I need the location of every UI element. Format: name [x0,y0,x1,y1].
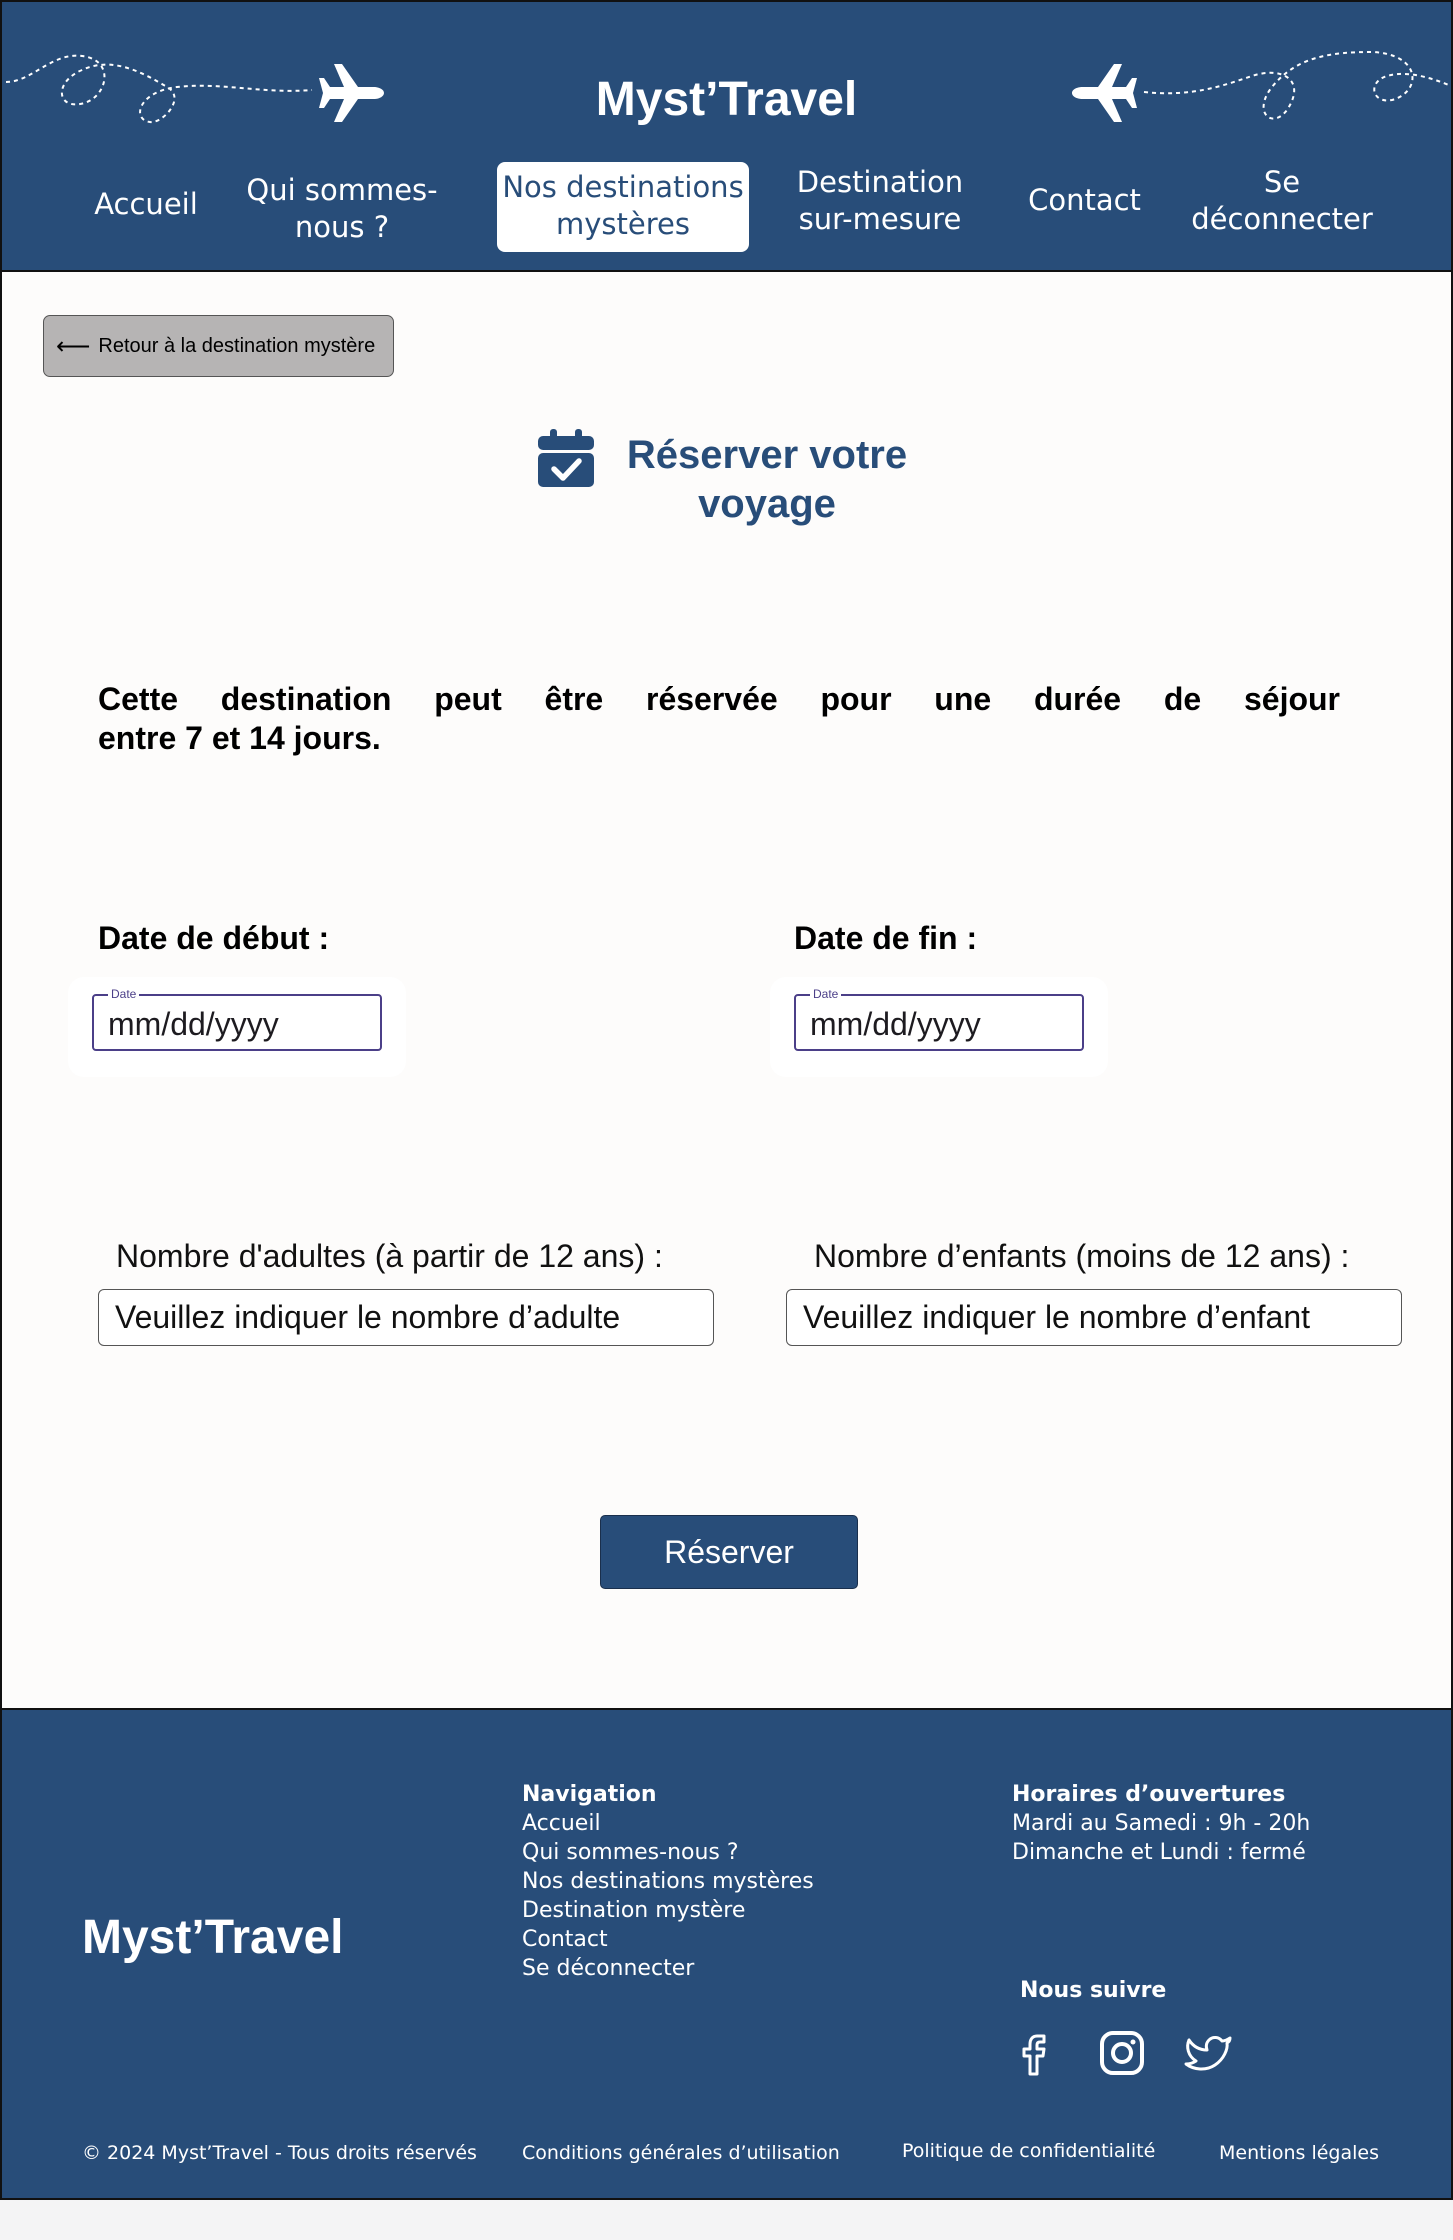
footer-terms-link[interactable]: Conditions générales d’utilisation [522,2142,840,2164]
footer-link-nos-destinations-mysteres[interactable]: Nos destinations mystères [522,1867,814,1896]
reserve-button[interactable]: Réserver [600,1515,858,1589]
footer-link-destination-mystere[interactable]: Destination mystère [522,1896,814,1925]
back-to-destination-button[interactable]: ⟵ Retour à la destination mystère [43,315,394,377]
nav-item-nos-destinations-mysteres[interactable]: Nos destinations mystères [497,162,749,252]
social-links [1012,2028,1262,2078]
airplane-icon [1072,64,1137,122]
instagram-icon[interactable] [1097,2028,1147,2078]
footer-privacy-link[interactable]: Politique de confidentialité [902,2140,1155,2162]
site-footer: Myst’Travel Navigation Accueil Qui somme… [2,1708,1451,2198]
footer-hours-line: Mardi au Samedi : 9h - 20h [1012,1811,1311,1836]
arrow-left-icon: ⟵ [56,332,91,360]
nav-item-accueil[interactable]: Accueil [86,186,206,223]
footer-hours-heading: Horaires d’ouvertures [1012,1782,1286,1807]
footer-logo: Myst’Travel [82,1911,344,1964]
children-placeholder: Veuillez indiquer le nombre d’enfant [803,1299,1310,1335]
page: Myst’Travel Accueil Qui sommes-nous ? No… [0,0,1453,2200]
footer-copyright: © 2024 Myst’Travel - Tous droits réservé… [82,2142,477,2164]
start-date-card: Date mm/dd/yyyy [68,977,406,1077]
footer-link-se-deconnecter[interactable]: Se déconnecter [522,1954,814,1983]
page-title-block: Réserver votre voyage [532,427,932,527]
footer-navigation-heading: Navigation [522,1782,657,1807]
page-title: Réserver votre voyage [626,433,908,526]
footer-link-qui-sommes-nous[interactable]: Qui sommes-nous ? [522,1838,814,1867]
nav-item-contact[interactable]: Contact [1017,182,1152,219]
site-header: Myst’Travel Accueil Qui sommes-nous ? No… [2,2,1451,272]
nav-item-qui-sommes-nous[interactable]: Qui sommes-nous ? [242,172,442,246]
start-date-field[interactable]: Date mm/dd/yyyy [92,987,382,1051]
footer-legal-link[interactable]: Mentions légales [1219,2142,1379,2164]
main-nav: Accueil Qui sommes-nous ? Nos destinatio… [2,162,1451,256]
follow-heading: Nous suivre [1020,1978,1167,2003]
duration-info: Cette destination peut être réservée pou… [98,680,1340,758]
adults-input[interactable]: Veuillez indiquer le nombre d’adulte [98,1289,714,1346]
calendar-check-icon [538,429,594,487]
footer-navigation: Navigation Accueil Qui sommes-nous ? Nos… [522,1780,814,1983]
children-label: Nombre d’enfants (moins de 12 ans) : [814,1238,1350,1274]
end-date-value: mm/dd/yyyy [810,1006,981,1042]
footer-hours: Horaires d’ouvertures Mardi au Samedi : … [1012,1780,1310,1867]
footer-link-contact[interactable]: Contact [522,1925,814,1954]
end-date-label: Date de fin : [794,920,978,956]
end-date-field[interactable]: Date mm/dd/yyyy [794,987,1084,1051]
flight-path-right-decoration [1143,50,1451,120]
duration-line-1: Cette destination peut être réservée pou… [98,681,1340,717]
footer-link-accueil[interactable]: Accueil [522,1809,814,1838]
start-date-value: mm/dd/yyyy [108,1006,279,1042]
twitter-icon[interactable] [1184,2028,1234,2078]
adults-placeholder: Veuillez indiquer le nombre d’adulte [115,1299,621,1335]
start-date-legend: Date [108,987,140,1001]
adults-label: Nombre d'adultes (à partir de 12 ans) : [116,1238,663,1274]
duration-line-2: entre 7 et 14 jours. [98,720,381,756]
nav-item-destination-sur-mesure[interactable]: Destination sur-mesure [780,164,980,238]
facebook-icon[interactable] [1012,2028,1062,2078]
back-button-label: Retour à la destination mystère [98,334,376,357]
end-date-card: Date mm/dd/yyyy [770,977,1108,1077]
start-date-label: Date de début : [98,920,330,956]
nav-item-se-deconnecter[interactable]: Se déconnecter [1182,164,1382,238]
children-input[interactable]: Veuillez indiquer le nombre d’enfant [786,1289,1402,1346]
footer-hours-line: Dimanche et Lundi : fermé [1012,1840,1306,1865]
end-date-legend: Date [810,987,842,1001]
